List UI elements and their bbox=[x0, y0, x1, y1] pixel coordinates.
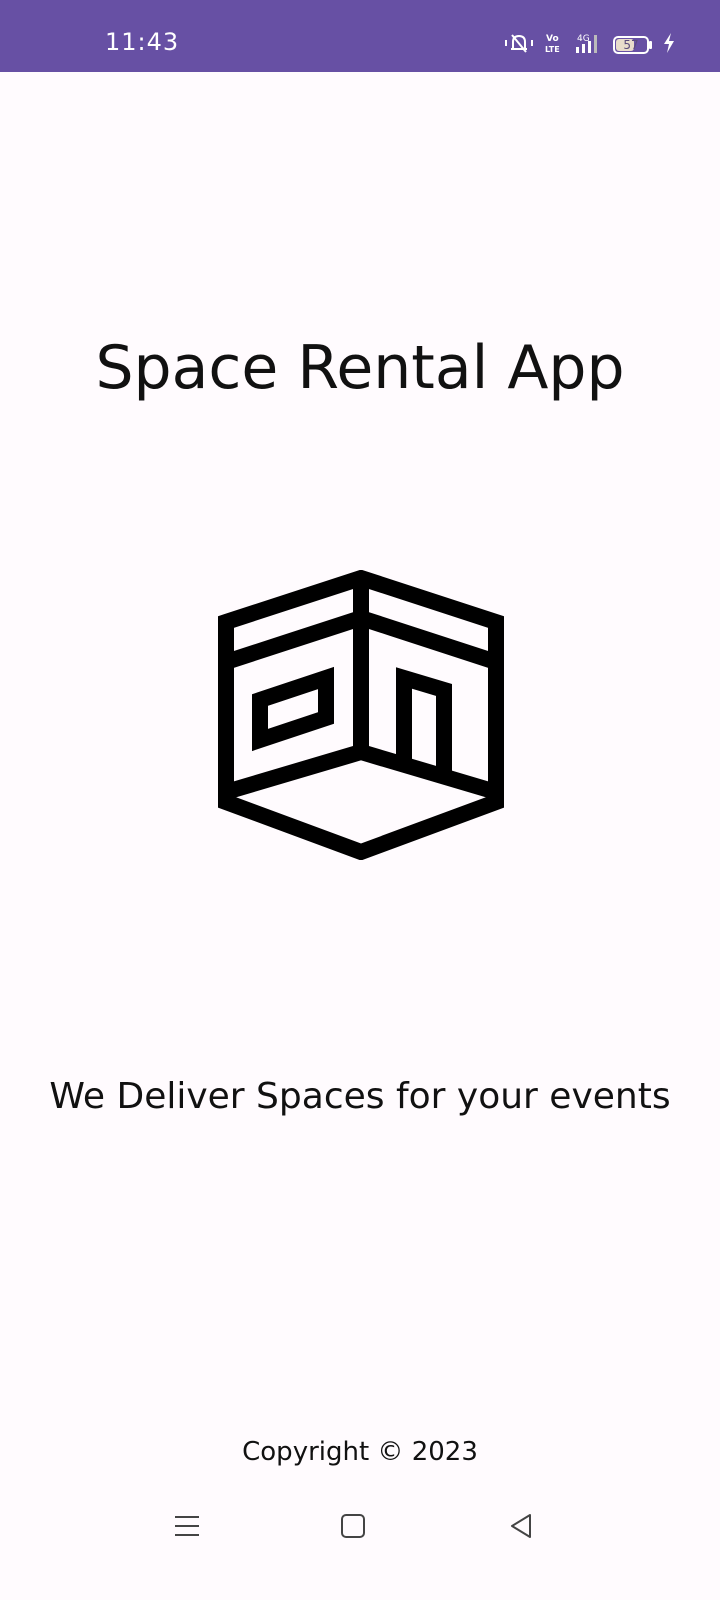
svg-text:Vo: Vo bbox=[546, 34, 559, 44]
status-icons: Vo LTE 4G 57 bbox=[503, 30, 676, 60]
charging-icon bbox=[662, 32, 676, 59]
volte-icon: Vo LTE bbox=[545, 32, 563, 59]
menu-icon[interactable] bbox=[157, 1496, 217, 1556]
battery-tip bbox=[649, 41, 652, 49]
back-triangle-icon[interactable] bbox=[492, 1496, 552, 1556]
status-bar: 11:43 Vo LTE 4G 57 bbox=[0, 0, 720, 72]
app-title: Space Rental App bbox=[95, 333, 625, 403]
vibrate-silent-icon bbox=[503, 32, 535, 59]
home-square-icon[interactable] bbox=[323, 1496, 383, 1556]
copyright-text: Copyright © 2023 bbox=[242, 1437, 478, 1467]
space-cube-logo bbox=[218, 569, 508, 861]
battery-icon: 57 bbox=[613, 36, 652, 54]
svg-text:4G: 4G bbox=[577, 34, 590, 44]
svg-text:LTE: LTE bbox=[545, 45, 560, 54]
signal-4g-icon: 4G bbox=[573, 32, 603, 59]
battery-level-label: 57 bbox=[623, 38, 639, 52]
battery-body: 57 bbox=[613, 36, 649, 54]
status-time: 11:43 bbox=[105, 28, 180, 56]
tagline: We Deliver Spaces for your events bbox=[49, 1076, 671, 1117]
